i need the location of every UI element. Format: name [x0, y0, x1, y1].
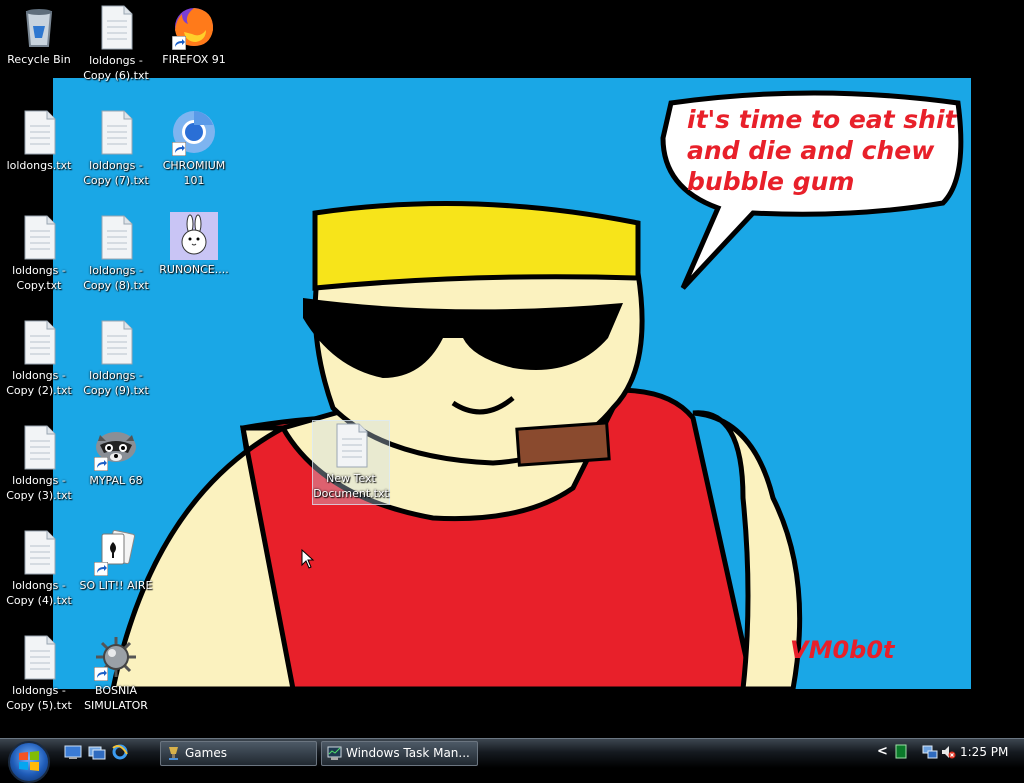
signature-text: VM0b0t	[790, 636, 895, 664]
solitaire-icon	[92, 528, 140, 576]
cigar	[515, 421, 611, 467]
text-file-icon	[15, 633, 63, 681]
shortcut-arrow-icon	[94, 457, 108, 471]
desktop-icon-text-file[interactable]: loldongs - Copy (6).txt	[77, 3, 155, 83]
desktop-icon-runonce[interactable]: RUNONCE....	[155, 212, 233, 277]
recycle-bin-icon	[15, 2, 63, 50]
shortcut-arrow-icon	[94, 562, 108, 576]
shortcut-arrow-icon	[172, 142, 186, 156]
network-icon[interactable]	[922, 744, 938, 760]
desktop-icon-label: CHROMIUM 101	[162, 159, 226, 187]
desktop-icon-label: loldongs - Copy (9).txt	[83, 369, 149, 397]
bunny-icon	[170, 212, 218, 260]
desktop-icon-label: loldongs - Copy (3).txt	[6, 474, 72, 502]
taskbar-item-label: Windows Task Man...	[346, 746, 470, 760]
desktop-icon-label: loldongs - Copy (4).txt	[6, 579, 72, 607]
desktop[interactable]: it's time to eat shit and die and chew b…	[0, 0, 1024, 738]
text-file-icon	[15, 423, 63, 471]
desktop-icon-text-file[interactable]: loldongs - Copy (7).txt	[77, 108, 155, 188]
desktop-icon-chromium[interactable]: CHROMIUM 101	[155, 108, 233, 188]
desktop-icon-label: RUNONCE....	[159, 263, 229, 276]
desktop-icon-text-file[interactable]: loldongs - Copy (5).txt	[0, 633, 78, 713]
taskbar	[0, 738, 1024, 768]
hair	[312, 201, 641, 291]
desktop-icon-label: loldongs - Copy (2).txt	[6, 369, 72, 397]
mouse-cursor-icon	[301, 549, 315, 569]
desktop-icon-solitaire[interactable]: SO LIT!! AIRE	[77, 528, 155, 593]
desktop-icon-mypal[interactable]: MYPAL 68	[77, 423, 155, 488]
desktop-icon-label: MYPAL 68	[89, 474, 143, 487]
desktop-icon-label: New Text Document.txt	[313, 472, 389, 500]
desktop-icon-text-file[interactable]: loldongs.txt	[0, 108, 78, 173]
desktop-icon-text-file[interactable]: loldongs - Copy (9).txt	[77, 318, 155, 398]
desktop-icon-text-file[interactable]: loldongs - Copy.txt	[0, 213, 78, 293]
desktop-icon-label: loldongs.txt	[6, 159, 72, 172]
taskbar-item-games[interactable]: Games	[160, 741, 317, 766]
taskbar-item-task-manager[interactable]: Windows Task Man...	[321, 741, 478, 766]
desktop-icon-text-file[interactable]: loldongs - Copy (4).txt	[0, 528, 78, 608]
desktop-icon-label: loldongs - Copy (8).txt	[83, 264, 149, 292]
shortcut-arrow-icon	[94, 667, 108, 681]
tray-expand-button[interactable]: <	[877, 744, 888, 759]
shortcut-arrow-icon	[172, 36, 186, 50]
text-file-icon	[15, 318, 63, 366]
desktop-icon-label: BOSNIA SIMULATOR	[84, 684, 148, 712]
clock[interactable]: 1:25 PM	[960, 745, 1008, 759]
games-icon	[169, 747, 178, 760]
internet-explorer-icon[interactable]	[111, 744, 129, 760]
chromium-icon	[170, 108, 218, 156]
desktop-icon-bosnia-simulator[interactable]: BOSNIA SIMULATOR	[77, 633, 155, 713]
desktop-icon-new-text-document[interactable]: New Text Document.txt	[312, 420, 390, 505]
text-file-icon	[15, 108, 63, 156]
volume-muted-icon[interactable]	[940, 744, 956, 760]
desktop-icon-label: loldongs - Copy.txt	[12, 264, 66, 292]
desktop-icon-label: Recycle Bin	[7, 53, 71, 66]
mine-icon	[92, 633, 140, 681]
desktop-icon-label: SO LIT!! AIRE	[79, 579, 153, 592]
desktop-icon-label: FIREFOX 91	[162, 53, 226, 66]
text-file-icon	[327, 421, 375, 469]
text-file-icon	[15, 528, 63, 576]
text-file-icon	[92, 108, 140, 156]
windows-logo-icon	[19, 751, 39, 771]
desktop-icon-label: loldongs - Copy (6).txt	[83, 54, 149, 82]
taskbar-item-label: Games	[185, 746, 227, 760]
speech-text: it's time to eat shit and die and chew b…	[687, 105, 957, 196]
desktop-icon-recycle-bin[interactable]: Recycle Bin	[0, 2, 78, 67]
desktop-icon-text-file[interactable]: loldongs - Copy (8).txt	[77, 213, 155, 293]
text-file-icon	[92, 213, 140, 261]
text-file-icon	[92, 3, 140, 51]
green-status-icon[interactable]	[895, 744, 907, 759]
desktop-icon-firefox[interactable]: FIREFOX 91	[155, 2, 233, 67]
task-manager-icon	[327, 746, 342, 760]
desktop-icon-label: loldongs - Copy (7).txt	[83, 159, 149, 187]
switch-windows-icon[interactable]	[88, 744, 106, 760]
desktop-icon-text-file[interactable]: loldongs - Copy (2).txt	[0, 318, 78, 398]
text-file-icon	[92, 318, 140, 366]
text-file-icon	[15, 213, 63, 261]
raccoon-icon	[92, 423, 140, 471]
start-button[interactable]	[8, 741, 50, 783]
desktop-icon-label: loldongs - Copy (5).txt	[6, 684, 72, 712]
desktop-icon-text-file[interactable]: loldongs - Copy (3).txt	[0, 423, 78, 503]
firefox-icon	[170, 2, 218, 50]
show-desktop-icon[interactable]	[64, 744, 82, 760]
